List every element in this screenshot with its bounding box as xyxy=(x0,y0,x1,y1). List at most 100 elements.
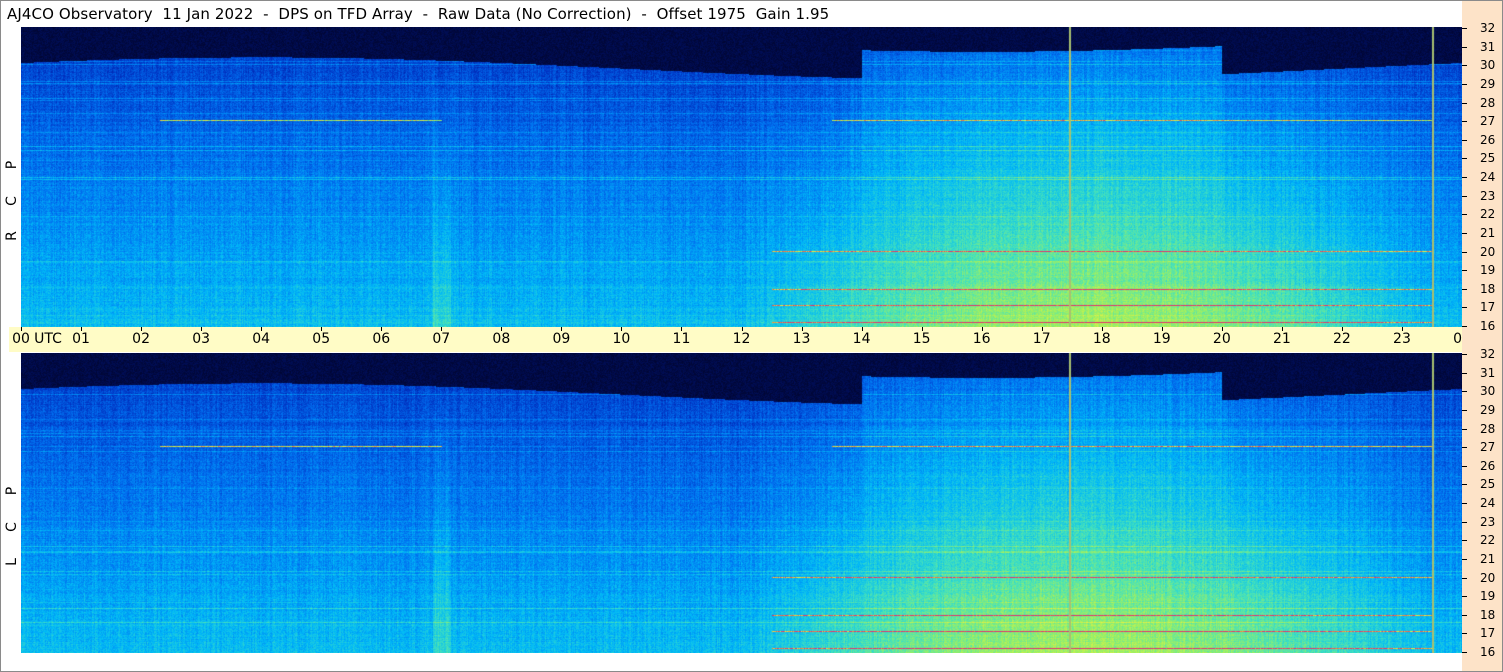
frequency-tick-label: 20 xyxy=(1480,570,1496,585)
frequency-tick xyxy=(1462,326,1467,327)
time-axis-label: 20 xyxy=(1212,331,1231,347)
time-axis-tick xyxy=(21,327,22,331)
frequency-tick xyxy=(1462,447,1467,449)
frequency-tick-label: 18 xyxy=(1480,281,1496,296)
time-axis-tick xyxy=(921,327,923,331)
frequency-axis: 32 31 30 29 28 27 26 25 24 23 22 21 20 19 18 17 16 32 31 30… xyxy=(1462,1,1502,671)
frequency-tick xyxy=(1462,540,1467,542)
frequency-tick-label: 17 xyxy=(1480,626,1496,641)
frequency-tick xyxy=(1462,428,1467,430)
frequency-tick xyxy=(1462,177,1467,178)
frequency-tick xyxy=(1462,288,1467,290)
time-axis-tick xyxy=(501,327,503,331)
frequency-tick xyxy=(1462,83,1467,85)
rcp-spectrogram-panel xyxy=(21,27,1462,327)
time-axis-label: 04 xyxy=(252,331,271,347)
time-axis-label: 11 xyxy=(672,331,691,347)
time-axis-label: 10 xyxy=(612,331,631,347)
time-axis-tick xyxy=(861,327,863,331)
time-axis-label: 09 xyxy=(552,331,571,347)
frequency-tick xyxy=(1462,577,1467,579)
frequency-tick-label: 23 xyxy=(1480,514,1496,529)
frequency-tick xyxy=(1462,270,1467,272)
time-axis-tick xyxy=(381,327,383,331)
frequency-tick-label: 23 xyxy=(1480,188,1496,203)
frequency-tick-label: 31 xyxy=(1480,39,1496,54)
frequency-tick xyxy=(1462,484,1467,486)
time-axis-tick xyxy=(681,327,683,331)
frequency-tick xyxy=(1462,391,1467,393)
frequency-tick xyxy=(1462,409,1467,411)
frequency-tick-label: 19 xyxy=(1480,589,1496,604)
polarization-letter: P xyxy=(4,160,20,170)
polarization-letter: C xyxy=(4,196,20,206)
frequency-tick xyxy=(1462,195,1467,197)
frequency-tick xyxy=(1462,28,1467,29)
time-axis-label: 14 xyxy=(852,331,871,347)
spectrogram-frame: AJ4CO Observatory 11 Jan 2022 - DPS on T… xyxy=(0,0,1503,672)
frequency-tick xyxy=(1462,139,1467,141)
frequency-tick xyxy=(1462,158,1467,160)
time-axis-tick xyxy=(981,327,983,331)
time-axis-bar: 00 UTC 01 02 03 04 05 06 07 08 09 10 11 12 13 14 15 16 17 1… xyxy=(9,327,1503,352)
time-axis-label: 15 xyxy=(912,331,931,347)
polarization-letter: L xyxy=(4,558,20,566)
frequency-tick-label: 19 xyxy=(1480,263,1496,278)
time-axis-tick xyxy=(321,327,323,331)
rcp-spectrogram-image xyxy=(21,27,1462,327)
frequency-tick-label: 26 xyxy=(1480,132,1496,147)
time-axis-label: 21 xyxy=(1272,331,1291,347)
time-axis-label: 19 xyxy=(1152,331,1171,347)
frequency-tick-label: 22 xyxy=(1480,207,1496,222)
time-axis-label: 23 xyxy=(1393,331,1411,347)
time-axis-tick xyxy=(621,327,623,331)
frequency-tick-label: 29 xyxy=(1480,402,1496,417)
frequency-tick xyxy=(1462,121,1467,123)
frequency-tick xyxy=(1462,503,1467,504)
frequency-tick-label: 24 xyxy=(1480,496,1496,510)
frequency-tick-label: 32 xyxy=(1480,347,1496,361)
time-axis-tick xyxy=(201,327,203,331)
time-axis-tick xyxy=(1401,327,1403,331)
frequency-tick-label: 31 xyxy=(1480,365,1496,380)
time-axis-tick xyxy=(141,327,143,331)
time-axis-label: 03 xyxy=(192,331,211,347)
frequency-tick-label: 28 xyxy=(1480,421,1496,436)
time-axis-label: 13 xyxy=(792,331,811,347)
frequency-tick-label: 29 xyxy=(1480,76,1496,91)
time-axis-label: 08 xyxy=(492,331,511,347)
frequency-tick-label: 26 xyxy=(1480,458,1496,473)
time-axis-tick xyxy=(1221,327,1223,331)
time-axis-label: 02 xyxy=(132,331,150,347)
frequency-tick xyxy=(1462,465,1467,467)
time-axis-label: 12 xyxy=(732,331,751,347)
frequency-tick xyxy=(1462,214,1467,216)
frequency-tick-label: 22 xyxy=(1480,533,1496,548)
time-axis-label: 06 xyxy=(372,331,391,347)
time-axis-label: 00 xyxy=(12,331,30,347)
frequency-tick xyxy=(1462,102,1467,104)
time-axis-label: 22 xyxy=(1332,331,1351,347)
frequency-tick-label: 28 xyxy=(1480,95,1496,110)
time-axis-label: 05 xyxy=(312,331,331,347)
frequency-tick xyxy=(1462,372,1467,374)
frequency-tick xyxy=(1462,521,1467,523)
frequency-tick xyxy=(1462,596,1467,598)
frequency-tick-label: 16 xyxy=(1480,319,1496,333)
lcp-spectrogram-image xyxy=(21,353,1462,653)
frequency-tick-label: 21 xyxy=(1480,551,1496,566)
frequency-tick-label: 27 xyxy=(1480,440,1496,455)
frequency-tick xyxy=(1462,46,1467,48)
frequency-tick xyxy=(1462,65,1467,67)
time-axis-tick xyxy=(1041,327,1043,331)
time-axis-label: 01 xyxy=(72,331,90,347)
frequency-tick-label: 16 xyxy=(1480,645,1496,659)
frequency-tick xyxy=(1462,251,1467,253)
frequency-tick xyxy=(1462,232,1467,234)
time-axis-tick xyxy=(81,327,83,331)
polarization-letter: P xyxy=(4,486,20,496)
time-axis-tick xyxy=(561,327,563,331)
frequency-tick xyxy=(1462,307,1467,309)
time-axis-label: 17 xyxy=(1032,331,1051,347)
frequency-tick-label: 24 xyxy=(1480,170,1496,184)
